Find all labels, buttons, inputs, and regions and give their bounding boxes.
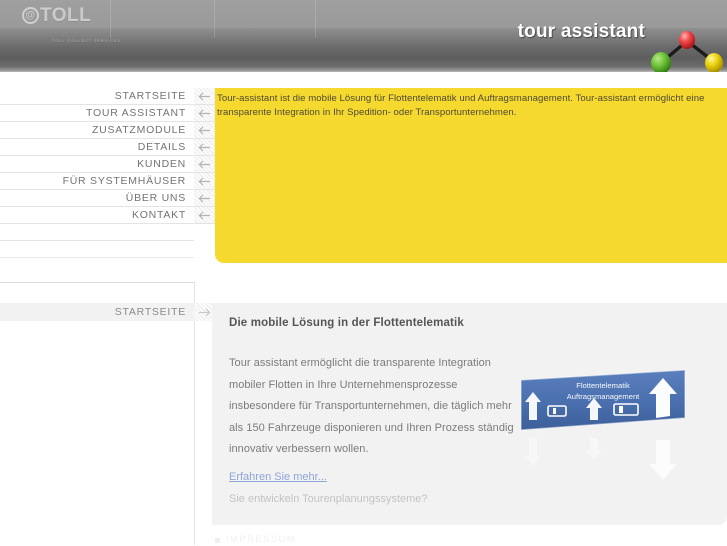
- content-paragraph: Tour assistant ermöglicht die transparen…: [229, 357, 514, 455]
- sidebar-item-ueber-uns[interactable]: ÜBER UNS: [0, 190, 215, 207]
- header-divider-3: [315, 0, 316, 38]
- arrow-left-icon[interactable]: [194, 88, 215, 105]
- sidebar-item-fuer-systemhaeuser[interactable]: FÜR SYSTEMHÄUSER: [0, 173, 215, 190]
- breadcrumb-background: STARTSEITE: [0, 303, 194, 321]
- logo-wordmark: TOLL: [40, 5, 92, 26]
- main-navigation: STARTSEITE TOUR ASSISTANT ZUSATZMODULE D…: [0, 88, 215, 258]
- sidebar-item-label: KONTAKT: [131, 209, 186, 221]
- content-panel: Die mobile Lösung in der Flottentelemati…: [212, 303, 727, 525]
- content-subtext: Sie entwickeln Tourenplanungssysteme?: [229, 493, 428, 505]
- roadsign-image: Flottentelematik Auftragsmanagement Flot…: [520, 369, 686, 480]
- intro-panel: Tour-assistant ist die mobile Lösung für…: [215, 88, 727, 263]
- content-heading: Die mobile Lösung in der Flottentelemati…: [229, 317, 464, 329]
- arrow-left-icon[interactable]: [194, 207, 215, 224]
- sidebar-item-label: TOUR ASSISTANT: [86, 107, 186, 119]
- sidebar-item-startseite[interactable]: STARTSEITE: [0, 88, 215, 105]
- sidebar-item-label: FÜR SYSTEMHÄUSER: [62, 175, 186, 187]
- sidebar-item-kontakt[interactable]: KONTAKT: [0, 207, 215, 224]
- sidebar-item-zusatzmodule[interactable]: ZUSATZMODULE: [0, 122, 215, 139]
- sidebar-item-label: DETAILS: [137, 141, 186, 153]
- sidebar-item-label: ÜBER UNS: [125, 192, 186, 204]
- site-header: @ TOLL TOLL COLLECT SERVICES tour assista…: [0, 0, 727, 72]
- arrow-left-icon[interactable]: [194, 190, 215, 207]
- breadcrumb[interactable]: STARTSEITE: [0, 303, 215, 321]
- arrow-left-icon[interactable]: [194, 105, 215, 122]
- svg-text:Auftragsmanagement: Auftragsmanagement: [567, 457, 640, 466]
- sidebar-spacer-1: [0, 224, 194, 241]
- imprint-link[interactable]: IMPRESSUM: [226, 534, 296, 545]
- vertical-rule-upper: [194, 282, 195, 303]
- learn-more-link[interactable]: Erfahren Sie mehr...: [229, 471, 327, 483]
- sidebar-rule: [0, 282, 194, 283]
- sidebar-item-details[interactable]: DETAILS: [0, 139, 215, 156]
- molecule-icon: [651, 31, 723, 72]
- square-bullet-icon: [215, 538, 220, 543]
- sidebar-item-label: KUNDEN: [137, 158, 186, 170]
- logo-subtitle: TOLL COLLECT SERVICES: [52, 39, 121, 43]
- arrow-left-icon[interactable]: [194, 122, 215, 139]
- toll-logo[interactable]: @ TOLL TOLL COLLECT SERVICES: [22, 5, 120, 43]
- at-symbol-icon: @: [22, 7, 39, 24]
- breadcrumb-label: STARTSEITE: [114, 306, 186, 318]
- site-footer: IMPRESSUM: [212, 534, 727, 546]
- intro-text: Tour-assistant ist die mobile Lösung für…: [217, 93, 705, 118]
- arrow-left-icon[interactable]: [194, 173, 215, 190]
- sidebar-spacer-2: [0, 241, 194, 258]
- roadsign-line-2: Auftragsmanagement: [567, 392, 640, 401]
- header-divider-2: [214, 0, 215, 38]
- roadsign-line-1: Flottentelematik: [576, 381, 630, 390]
- page-title: tour assistant: [517, 21, 645, 42]
- arrow-left-icon[interactable]: [194, 139, 215, 156]
- svg-text:Flottentelematik: Flottentelematik: [576, 468, 630, 477]
- sidebar-item-kunden[interactable]: KUNDEN: [0, 156, 215, 173]
- arrow-left-icon[interactable]: [194, 156, 215, 173]
- vertical-rule-lower: [194, 321, 195, 545]
- sidebar-item-tour-assistant[interactable]: TOUR ASSISTANT: [0, 105, 215, 122]
- sidebar-item-label: STARTSEITE: [114, 90, 186, 102]
- sidebar-item-label: ZUSATZMODULE: [92, 124, 186, 136]
